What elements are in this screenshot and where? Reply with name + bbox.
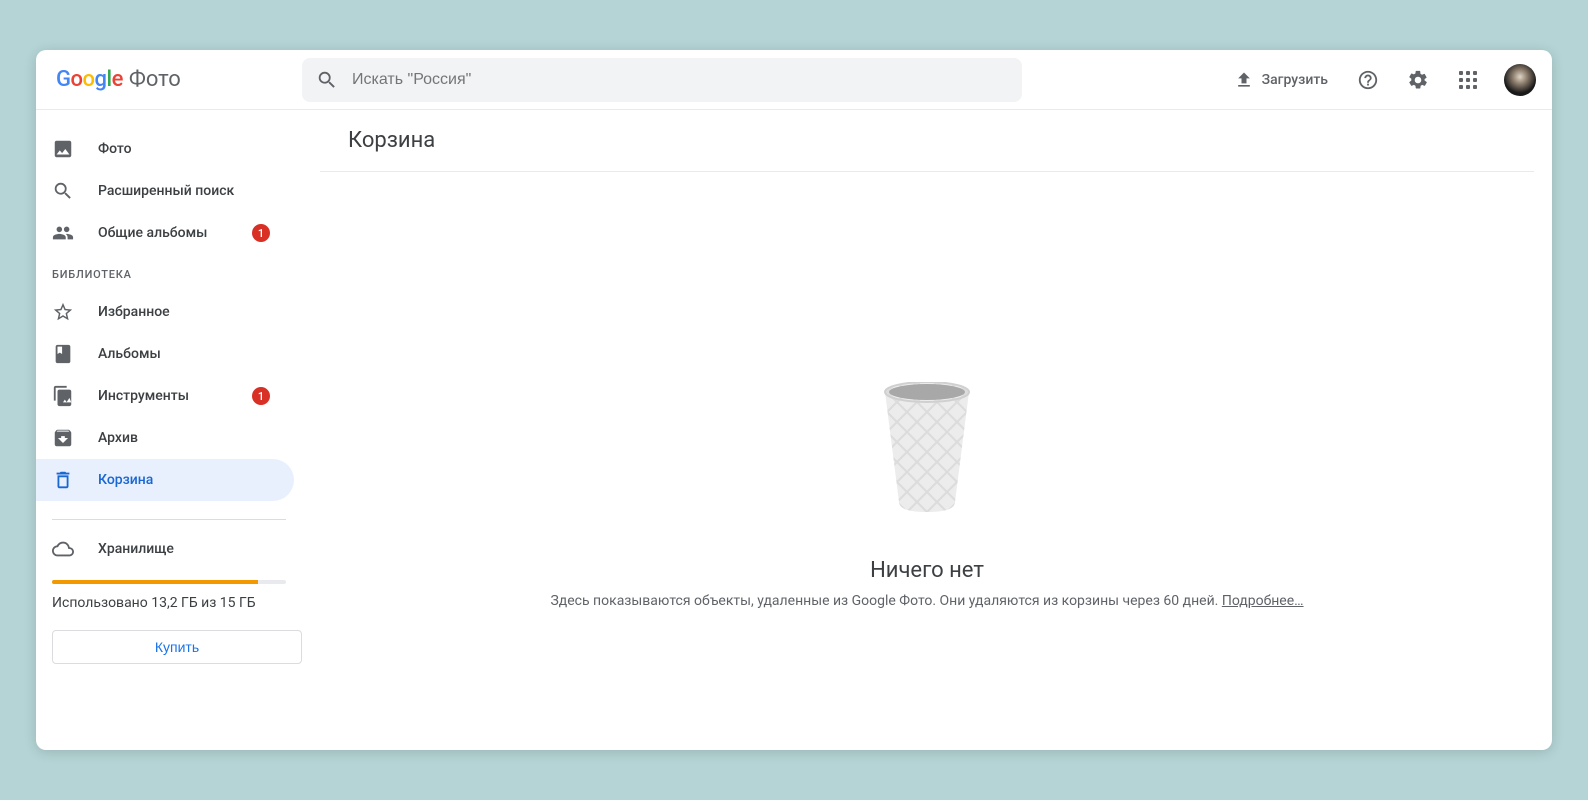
nav-label: Расширенный поиск xyxy=(98,183,234,199)
storage-progress-fill xyxy=(52,580,258,584)
sidebar-item-favorites[interactable]: Избранное xyxy=(36,291,294,333)
help-button[interactable] xyxy=(1348,60,1388,100)
nav-label: Фото xyxy=(98,141,132,157)
archive-icon xyxy=(52,427,74,449)
body: Фото Расширенный поиск Общие альбомы 1 Б… xyxy=(36,110,1552,750)
header-actions: Загрузить xyxy=(1224,60,1536,100)
apps-icon xyxy=(1459,71,1477,89)
empty-sub-text: Здесь показываются объекты, удаленные из… xyxy=(550,593,1221,609)
nav-label: Архив xyxy=(98,430,138,446)
page-title: Корзина xyxy=(320,110,1534,172)
sidebar-item-storage[interactable]: Хранилище xyxy=(36,534,302,564)
nav-label: Избранное xyxy=(98,304,170,320)
nav-label: Альбомы xyxy=(98,346,161,362)
upload-icon xyxy=(1234,70,1254,90)
sidebar-item-advanced-search[interactable]: Расширенный поиск xyxy=(36,170,294,212)
search-icon xyxy=(316,69,338,91)
search-icon xyxy=(52,180,74,202)
settings-button[interactable] xyxy=(1398,60,1438,100)
separator xyxy=(52,519,286,520)
nav-label: Общие альбомы xyxy=(98,225,207,241)
sidebar-item-utilities[interactable]: Инструменты 1 xyxy=(36,375,294,417)
star-icon xyxy=(52,301,74,323)
apps-button[interactable] xyxy=(1448,60,1488,100)
search-input[interactable] xyxy=(352,71,1008,89)
help-icon xyxy=(1357,69,1379,91)
app-window: Google Фото Загрузить xyxy=(36,50,1552,750)
empty-subtitle: Здесь показываются объекты, удаленные из… xyxy=(550,593,1303,609)
nav-label: Корзина xyxy=(98,472,153,488)
cloud-icon xyxy=(52,538,74,560)
upload-button[interactable]: Загрузить xyxy=(1224,64,1338,96)
storage-label: Хранилище xyxy=(98,541,174,557)
logo[interactable]: Google Фото xyxy=(52,67,302,92)
google-logo: Google xyxy=(56,67,123,92)
learn-more-link[interactable]: Подробнее… xyxy=(1222,593,1304,609)
storage-progress xyxy=(52,580,286,584)
people-icon xyxy=(52,222,74,244)
header: Google Фото Загрузить xyxy=(36,50,1552,110)
sidebar-item-trash[interactable]: Корзина xyxy=(36,459,294,501)
trash-illustration xyxy=(877,382,977,516)
storage-used-text: Использовано 13,2 ГБ из 15 ГБ xyxy=(36,594,302,614)
empty-state: Ничего нет Здесь показываются объекты, у… xyxy=(320,172,1534,750)
sidebar-item-sharing[interactable]: Общие альбомы 1 xyxy=(36,212,294,254)
badge: 1 xyxy=(252,224,270,242)
sidebar-item-archive[interactable]: Архив xyxy=(36,417,294,459)
sidebar-item-photos[interactable]: Фото xyxy=(36,128,294,170)
upload-label: Загрузить xyxy=(1262,72,1328,88)
photo-icon xyxy=(52,138,74,160)
empty-title: Ничего нет xyxy=(870,558,984,583)
app-name: Фото xyxy=(129,67,181,92)
buy-storage-button[interactable]: Купить xyxy=(52,630,302,664)
sidebar: Фото Расширенный поиск Общие альбомы 1 Б… xyxy=(36,110,302,750)
utilities-icon xyxy=(52,385,74,407)
avatar[interactable] xyxy=(1504,64,1536,96)
search-box[interactable] xyxy=(302,58,1022,102)
badge: 1 xyxy=(252,387,270,405)
main-content: Корзина xyxy=(302,110,1552,750)
gear-icon xyxy=(1407,69,1429,91)
trash-icon xyxy=(52,469,74,491)
library-section-label: БИБЛИОТЕКА xyxy=(36,254,302,291)
album-icon xyxy=(52,343,74,365)
nav-label: Инструменты xyxy=(98,388,189,404)
sidebar-item-albums[interactable]: Альбомы xyxy=(36,333,294,375)
